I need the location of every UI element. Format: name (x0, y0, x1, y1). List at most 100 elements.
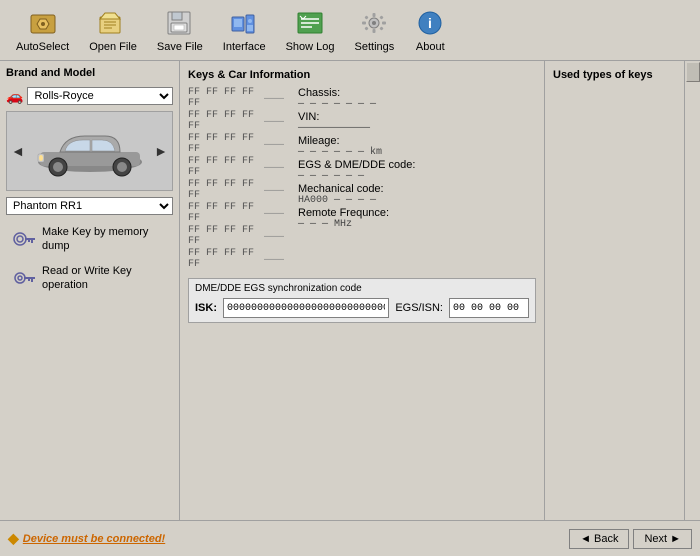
settings-button[interactable]: Settings (347, 4, 403, 56)
make-key-label: Make Key by memory dump (42, 225, 167, 254)
next-car-button[interactable]: ► (152, 143, 170, 159)
key-hex-1: FF FF FF FF FF (188, 110, 258, 132)
key-hex-7: FF FF FF FF FF (188, 248, 258, 270)
key-hex-4: FF FF FF FF FF (188, 179, 258, 201)
interface-label: Interface (223, 41, 266, 53)
chassis-field: Chassis: — — — — — — — (298, 87, 536, 110)
mileage-label: Mileage: (298, 135, 536, 147)
back-button[interactable]: ◄ Back (569, 529, 629, 549)
brand-dropdown[interactable]: Rolls-Royce (27, 87, 173, 105)
key-hex-3: FF FF FF FF FF (188, 156, 258, 178)
status-bar: ◆ Device must be connected! ◄ Back Next … (0, 520, 700, 556)
openfile-icon (97, 7, 129, 39)
key-dash-3: —— (264, 162, 282, 173)
svg-text:i: i (428, 15, 432, 31)
dme-title: DME/DDE EGS synchronization code (195, 283, 529, 294)
key-memory-icon (12, 229, 36, 249)
key-dash-6: —— (264, 231, 282, 242)
egs-isn-input[interactable] (449, 298, 529, 318)
keys-info-container: FF FF FF FF FF —— FF FF FF FF FF —— FF F… (188, 87, 536, 270)
center-panel: Keys & Car Information FF FF FF FF FF ——… (180, 61, 544, 520)
key-hex-6: FF FF FF FF FF (188, 225, 258, 247)
openfile-button[interactable]: Open File (81, 4, 145, 56)
settings-label: Settings (355, 41, 395, 53)
next-button[interactable]: Next ► (633, 529, 692, 549)
table-row: FF FF FF FF FF —— (188, 110, 298, 132)
car-brand-icon: 🚗 (6, 88, 23, 105)
interface-button[interactable]: Interface (215, 4, 274, 56)
savefile-button[interactable]: Save File (149, 4, 211, 56)
keys-column: FF FF FF FF FF —— FF FF FF FF FF —— FF F… (188, 87, 298, 270)
used-keys-panel: Used types of keys (544, 61, 684, 520)
key-dash-1: —— (264, 116, 282, 127)
settings-icon (358, 7, 390, 39)
about-label: About (416, 41, 445, 53)
mechanical-field: Mechanical code: HA000 — — — — (298, 183, 536, 206)
key-hex-2: FF FF FF FF FF (188, 133, 258, 155)
autoselect-icon (27, 7, 59, 39)
table-row: FF FF FF FF FF —— (188, 225, 298, 247)
model-select-row: Phantom RR1 (6, 197, 173, 215)
vin-field: VIN: ———————————— (298, 111, 536, 134)
key-dash-5: —— (264, 208, 282, 219)
mileage-field: Mileage: — — — — — — km (298, 135, 536, 158)
fields-column: Chassis: — — — — — — — VIN: ————————————… (298, 87, 536, 270)
interface-icon (228, 7, 260, 39)
status-buttons: ◄ Back Next ► (569, 529, 692, 549)
table-row: FF FF FF FF FF —— (188, 156, 298, 178)
vin-label: VIN: (298, 111, 536, 123)
make-key-button[interactable]: Make Key by memory dump (6, 221, 173, 258)
mechanical-value: HA000 — — — — (298, 195, 536, 206)
prev-car-button[interactable]: ◄ (9, 143, 27, 159)
brand-dropdown-wrapper: Rolls-Royce (27, 87, 173, 105)
brand-select-row: 🚗 Rolls-Royce (6, 87, 173, 105)
remote-freq-field: Remote Frequnce: — — — MHz (298, 207, 536, 230)
egs-isn-label: EGS/ISN: (395, 302, 443, 314)
openfile-label: Open File (89, 41, 137, 53)
showlog-label: Show Log (286, 41, 335, 53)
dme-section: DME/DDE EGS synchronization code ISK: EG… (188, 278, 536, 323)
chassis-label: Chassis: (298, 87, 536, 99)
warning-icon: ◆ (8, 530, 19, 547)
read-write-key-button[interactable]: Read or Write Key operation (6, 260, 173, 297)
left-panel: Brand and Model 🚗 Rolls-Royce ◄ (0, 61, 180, 520)
model-dropdown[interactable]: Phantom RR1 (6, 197, 173, 215)
vin-value: ———————————— (298, 123, 536, 134)
about-button[interactable]: i About (406, 4, 454, 56)
status-message: ◆ Device must be connected! (8, 530, 165, 547)
showlog-button[interactable]: Show Log (278, 4, 343, 56)
brand-model-label: Brand and Model (6, 67, 173, 79)
showlog-icon (294, 7, 326, 39)
key-dash-7: —— (264, 254, 282, 265)
key-dash-2: —— (264, 139, 282, 150)
mileage-value: — — — — — — km (298, 147, 536, 158)
dme-row: ISK: EGS/ISN: (195, 298, 529, 318)
panels-row: Keys & Car Information FF FF FF FF FF ——… (180, 61, 700, 520)
key-hex-0: FF FF FF FF FF (188, 87, 258, 109)
autoselect-button[interactable]: AutoSelect (8, 4, 77, 56)
egs-dme-label: EGS & DME/DDE code: (298, 159, 536, 171)
chassis-value: — — — — — — — (298, 99, 536, 110)
scrollbar-area[interactable] (684, 61, 700, 520)
remote-freq-label: Remote Frequnce: (298, 207, 536, 219)
egs-dme-field: EGS & DME/DDE code: — — — — — — (298, 159, 536, 182)
car-image (30, 124, 150, 179)
savefile-label: Save File (157, 41, 203, 53)
key-rows: FF FF FF FF FF —— FF FF FF FF FF —— FF F… (188, 87, 298, 270)
remote-freq-value: — — — MHz (298, 219, 536, 230)
about-icon: i (414, 7, 446, 39)
table-row: FF FF FF FF FF —— (188, 202, 298, 224)
table-row: FF FF FF FF FF —— (188, 87, 298, 109)
table-row: FF FF FF FF FF —— (188, 133, 298, 155)
table-row: FF FF FF FF FF —— (188, 248, 298, 270)
isk-label: ISK: (195, 302, 217, 314)
action-items: Make Key by memory dump Read or Write Ke… (6, 221, 173, 296)
main-content: Brand and Model 🚗 Rolls-Royce ◄ (0, 61, 700, 520)
mechanical-label: Mechanical code: (298, 183, 536, 195)
key-hex-5: FF FF FF FF FF (188, 202, 258, 224)
isk-input[interactable] (223, 298, 389, 318)
savefile-icon (164, 7, 196, 39)
used-keys-title: Used types of keys (553, 69, 676, 81)
key-dash-4: —— (264, 185, 282, 196)
autoselect-label: AutoSelect (16, 41, 69, 53)
